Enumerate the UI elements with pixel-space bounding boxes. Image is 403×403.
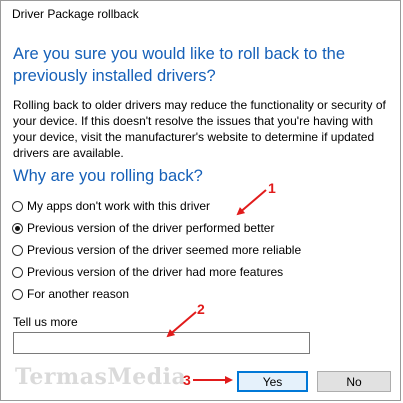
annotation-arrow-1: [236, 189, 267, 216]
annotation-marker-2: 2: [197, 301, 205, 317]
annotation-arrows: [166, 189, 267, 384]
annotation-arrow-2: [166, 311, 197, 338]
annotation-marker-3: 3: [183, 372, 191, 388]
annotation-marker-1: 1: [268, 180, 276, 196]
